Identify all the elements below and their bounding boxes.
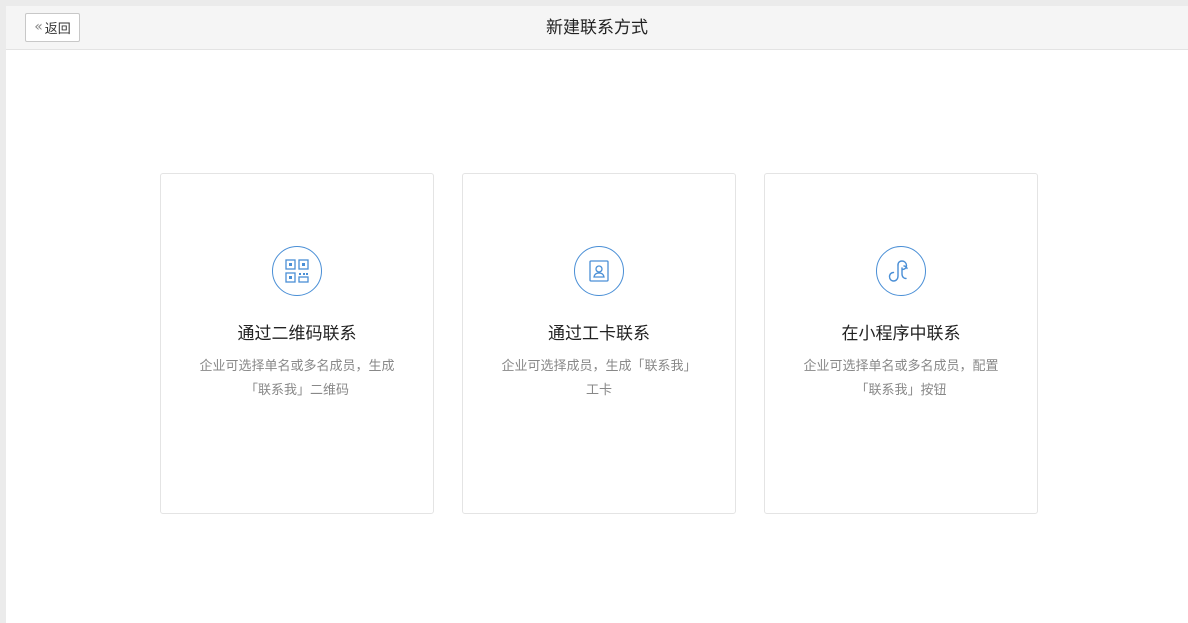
- badge-card-icon: [574, 246, 624, 296]
- card-desc-line: 企业可选择单名或多名成员，配置: [803, 359, 999, 374]
- card-title: 通过工卡联系: [548, 324, 650, 344]
- page-title: 新建联系方式: [546, 18, 648, 38]
- top-bar: 新建联系方式 « 返回: [6, 6, 1188, 50]
- card-mini-program[interactable]: 在小程序中联系 企业可选择单名或多名成员，配置 「联系我」按钮: [764, 173, 1038, 514]
- card-desc-line: 「联系我」按钮: [855, 383, 947, 398]
- card-desc-line: 「联系我」二维码: [244, 383, 349, 398]
- back-button-label: 返回: [44, 22, 71, 37]
- card-description: 企业可选择成员，生成「联系我」 工卡: [493, 355, 705, 403]
- card-qr-code[interactable]: 通过二维码联系 企业可选择单名或多名成员，生成 「联系我」二维码: [160, 173, 434, 514]
- page-frame: 新建联系方式 « 返回 通过二维码联系 企业可选择单名或多名成员，生成 「联系我…: [6, 6, 1188, 623]
- card-desc-line: 工卡: [585, 383, 612, 398]
- back-button[interactable]: « 返回: [25, 13, 80, 42]
- double-chevron-left-icon: «: [34, 18, 43, 35]
- card-title: 通过二维码联系: [237, 324, 357, 344]
- card-desc-line: 企业可选择成员，生成「联系我」: [501, 359, 697, 374]
- qr-code-icon: [272, 246, 322, 296]
- card-badge[interactable]: 通过工卡联系 企业可选择成员，生成「联系我」 工卡: [462, 173, 736, 514]
- card-description: 企业可选择单名或多名成员，生成 「联系我」二维码: [191, 355, 403, 403]
- card-desc-line: 企业可选择单名或多名成员，生成: [199, 359, 395, 374]
- card-description: 企业可选择单名或多名成员，配置 「联系我」按钮: [795, 355, 1007, 403]
- mini-program-icon: [876, 246, 926, 296]
- card-title: 在小程序中联系: [841, 324, 961, 344]
